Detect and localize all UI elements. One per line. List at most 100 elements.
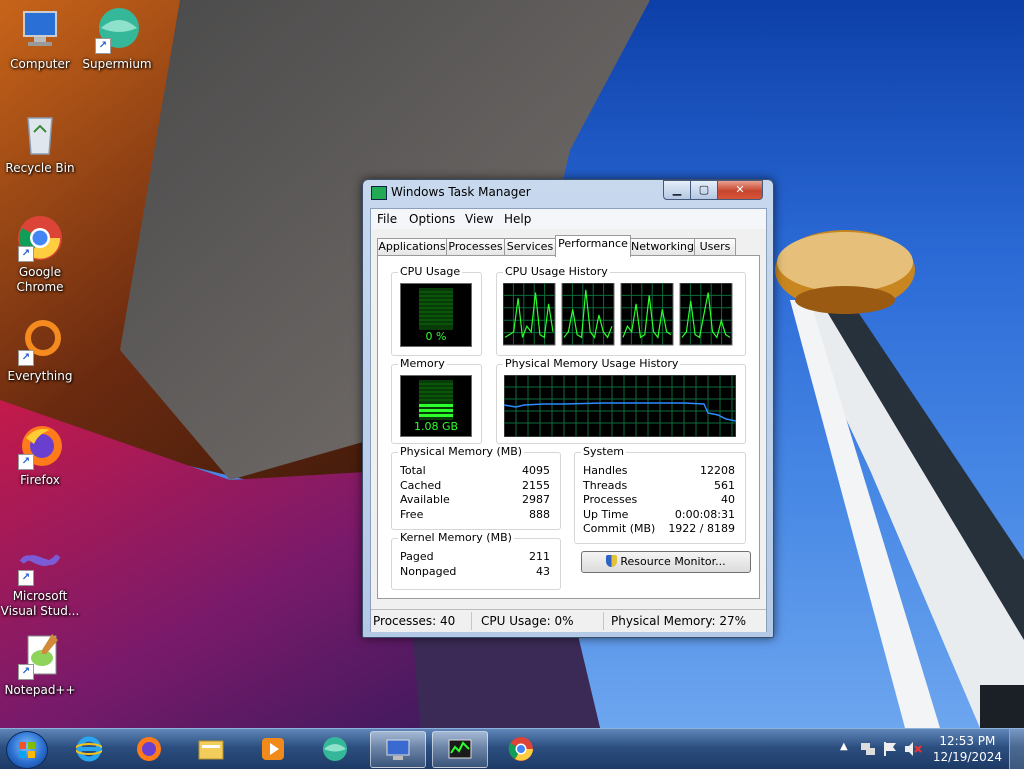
memory-history-label: Physical Memory Usage History [503,357,681,370]
cpu-history-group: CPU Usage History [496,265,746,356]
taskbar: ▲ 12:53 PM 12/19/2024 [0,728,1024,769]
memory-value: 1.08 GB [413,420,459,433]
tab-networking[interactable]: Networking [630,238,695,256]
taskbar-task-manager[interactable] [432,731,488,768]
stat-key: Commit (MB) [583,522,656,535]
status-memory: Physical Memory: 27% [611,614,747,628]
cpu-history-graphs [503,283,733,346]
tab-processes[interactable]: Processes [446,238,505,256]
stat-key: Nonpaged [400,565,457,578]
shortcut-arrow-icon: ↗ [18,350,34,366]
cpu-usage-label: CPU Usage [398,265,463,278]
stat-key: Up Time [583,508,629,521]
desktop-icon-notepadpp[interactable]: ↗ Notepad++ [0,632,80,698]
shortcut-arrow-icon: ↗ [18,570,34,586]
stat-value: 12208 [700,464,735,477]
desktop-icon-visual-studio[interactable]: ↗ Microsoft Visual Stud... [0,538,80,619]
menu-help[interactable]: Help [504,212,531,226]
visual-studio-icon: ↗ [16,538,64,586]
window-client: File Options View Help Applications Proc… [370,208,767,632]
stat-value: 40 [721,493,735,506]
desktop-icon-label: Microsoft Visual Stud... [0,589,80,618]
taskbar-explorer[interactable] [184,731,238,766]
taskbar-firefox[interactable] [122,731,176,766]
memory-history-group: Physical Memory Usage History [496,357,746,444]
stat-key: Cached [400,479,442,492]
physical-memory-group: Physical Memory (MB) Total 4095 Cached 215… [391,445,561,530]
tab-services[interactable]: Services [504,238,556,256]
clock[interactable]: 12:53 PM 12/19/2024 [933,733,1002,765]
stat-value: 211 [529,550,550,563]
taskbar-media-player[interactable] [246,731,300,766]
taskbar-supermium[interactable] [308,731,362,766]
computer-icon [16,6,64,54]
menu-view[interactable]: View [465,212,493,226]
uac-shield-icon [606,555,618,567]
shortcut-arrow-icon: ↗ [95,38,111,54]
network-icon[interactable] [860,741,876,757]
taskbar-chrome[interactable] [494,731,548,766]
desktop-icon-everything[interactable]: ↗ Everything [0,318,80,384]
recycle-bin-icon [16,110,64,158]
system-group: System Handles 12208 Threads 561 Processes… [574,445,746,544]
desktop-icon-chrome[interactable]: ↗ Google Chrome [0,214,80,295]
taskbar-remote-desktop[interactable] [370,731,426,768]
shortcut-arrow-icon: ↗ [18,246,34,262]
status-bar: Processes: 40 CPU Usage: 0% Physical Mem… [371,609,766,632]
firefox-icon: ↗ [16,422,64,470]
task-manager-icon [448,739,472,759]
menu-options[interactable]: Options [409,212,455,226]
cpu-core-graph [679,283,733,346]
windows-logo-icon [19,742,35,758]
cpu-history-label: CPU Usage History [503,265,610,278]
action-center-flag-icon[interactable] [882,741,898,757]
memory-label: Memory [398,357,447,370]
tab-performance[interactable]: Performance [555,235,631,257]
stat-key: Paged [400,550,434,563]
desktop-icon-label: Recycle Bin [5,161,75,175]
stat-value: 2987 [522,493,550,506]
stat-value: 561 [714,479,735,492]
task-manager-icon [371,186,387,200]
volume-muted-icon[interactable] [904,741,922,757]
title-bar[interactable]: Windows Task Manager ▁ ▢ ✕ [363,180,773,206]
clock-date: 12/19/2024 [932,750,1002,764]
stat-value: 43 [536,565,550,578]
desktop-icon-supermium[interactable]: ↗ Supermium [77,6,157,72]
desktop-icon-recycle-bin[interactable]: Recycle Bin [0,110,80,176]
tray-overflow-icon[interactable]: ▲ [840,741,848,752]
system-label: System [581,445,627,458]
chrome-icon: ↗ [16,214,64,262]
desktop-icon-computer[interactable]: Computer [0,6,80,72]
stat-value: 1922 / 8189 [668,522,735,535]
show-desktop-button[interactable] [1009,729,1024,769]
taskbar-internet-explorer[interactable] [62,731,116,766]
status-cpu: CPU Usage: 0% [481,614,574,628]
minimize-button[interactable]: ▁ [663,180,691,200]
task-manager-window[interactable]: Windows Task Manager ▁ ▢ ✕ File Options … [362,179,774,638]
stat-key: Processes [583,493,638,506]
clock-time: 12:53 PM [939,734,996,748]
menu-file[interactable]: File [377,212,397,226]
status-separator [471,612,472,630]
notepadpp-icon: ↗ [16,632,64,680]
chrome-icon [508,737,533,761]
cpu-usage-meter: 0 % [400,283,472,347]
stat-key: Free [400,508,424,521]
window-title: Windows Task Manager [391,185,531,199]
desktop-icon-label: Google Chrome [16,265,64,294]
resource-monitor-button[interactable]: Resource Monitor... [581,551,751,573]
tab-users[interactable]: Users [694,238,736,256]
stat-key: Total [400,464,426,477]
stat-value: 2155 [522,479,550,492]
close-button[interactable]: ✕ [717,180,763,200]
tab-applications[interactable]: Applications [377,238,447,256]
stat-key: Handles [583,464,628,477]
shortcut-arrow-icon: ↗ [18,454,34,470]
memory-history-graph [504,375,736,437]
desktop-icon-firefox[interactable]: ↗ Firefox [0,422,80,488]
maximize-button[interactable]: ▢ [690,180,718,200]
stat-value: 888 [529,508,550,521]
media-player-icon [262,738,284,760]
start-button[interactable] [6,731,48,769]
